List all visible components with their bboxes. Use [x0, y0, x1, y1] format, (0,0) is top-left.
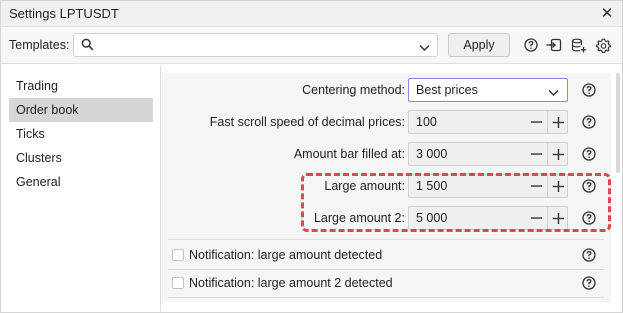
minus-icon[interactable]	[526, 143, 547, 165]
templates-bar: Templates: Apply	[1, 28, 622, 64]
help-icon[interactable]	[582, 248, 596, 262]
help-icon[interactable]	[582, 211, 596, 225]
plus-icon[interactable]	[547, 111, 568, 133]
large-amount-value: 1 500	[416, 179, 448, 193]
title-bar: Settings LPTUSDT ✕	[1, 1, 622, 27]
vertical-scrollbar[interactable]	[616, 73, 620, 173]
templates-label: Templates:	[9, 38, 70, 52]
gear-icon[interactable]	[595, 37, 611, 53]
settings-window: Settings LPTUSDT ✕ Templates: Apply Trad…	[0, 0, 623, 313]
amount-bar-stepper[interactable]: 3 000	[408, 142, 568, 166]
centering-method-value: Best prices	[416, 83, 478, 97]
notify-large-checkbox[interactable]	[172, 249, 184, 261]
help-icon[interactable]	[582, 276, 596, 290]
section-divider	[168, 269, 604, 270]
section-divider	[168, 239, 604, 240]
large-amount-stepper[interactable]: 1 500	[408, 174, 568, 198]
sidebar-item-trading[interactable]: Trading	[9, 74, 153, 98]
templates-select[interactable]	[73, 33, 438, 57]
minus-icon[interactable]	[526, 175, 547, 197]
search-icon	[81, 38, 94, 54]
window-title: Settings LPTUSDT	[9, 6, 119, 21]
notify-large-2-checkbox[interactable]	[172, 277, 184, 289]
sidebar-item-general[interactable]: General	[9, 170, 153, 194]
large-amount-2-stepper[interactable]: 5 000	[408, 206, 568, 230]
sidebar-item-order-book[interactable]: Order book	[9, 98, 153, 122]
notify-large-2-label[interactable]: Notification: large amount 2 detected	[189, 276, 393, 290]
amount-bar-value: 3 000	[416, 147, 448, 161]
notify-large-label[interactable]: Notification: large amount detected	[189, 248, 382, 262]
help-icon[interactable]	[523, 37, 539, 53]
fast-scroll-label: Fast scroll speed of decimal prices:	[209, 115, 405, 129]
import-icon[interactable]	[546, 37, 562, 53]
centering-method-select[interactable]: Best prices	[408, 78, 568, 102]
chevron-down-icon	[548, 86, 559, 100]
minus-icon[interactable]	[526, 111, 547, 133]
section-divider	[168, 297, 604, 298]
fast-scroll-stepper[interactable]: 100	[408, 110, 568, 134]
plus-icon[interactable]	[547, 143, 568, 165]
help-icon[interactable]	[582, 147, 596, 161]
sidebar-item-ticks[interactable]: Ticks	[9, 122, 153, 146]
amount-bar-label: Amount bar filled at:	[293, 147, 405, 161]
apply-button[interactable]: Apply	[448, 33, 510, 57]
help-icon[interactable]	[582, 115, 596, 129]
plus-icon[interactable]	[547, 175, 568, 197]
large-amount-2-label: Large amount 2:	[313, 211, 405, 225]
settings-sidebar: Trading Order book Ticks Clusters Genera…	[1, 65, 161, 312]
fast-scroll-value: 100	[416, 115, 437, 129]
help-icon[interactable]	[582, 179, 596, 193]
close-icon[interactable]: ✕	[598, 4, 616, 22]
sidebar-item-clusters[interactable]: Clusters	[9, 146, 153, 170]
centering-method-label: Centering method:	[302, 83, 405, 97]
chevron-down-icon	[419, 41, 430, 55]
large-amount-2-value: 5 000	[416, 211, 448, 225]
export-icon[interactable]	[571, 37, 587, 53]
settings-panel: Centering method: Best prices Fast scrol…	[162, 65, 622, 312]
plus-icon[interactable]	[547, 207, 568, 229]
large-amount-label: Large amount:	[324, 179, 405, 193]
help-icon[interactable]	[582, 83, 596, 97]
minus-icon[interactable]	[526, 207, 547, 229]
